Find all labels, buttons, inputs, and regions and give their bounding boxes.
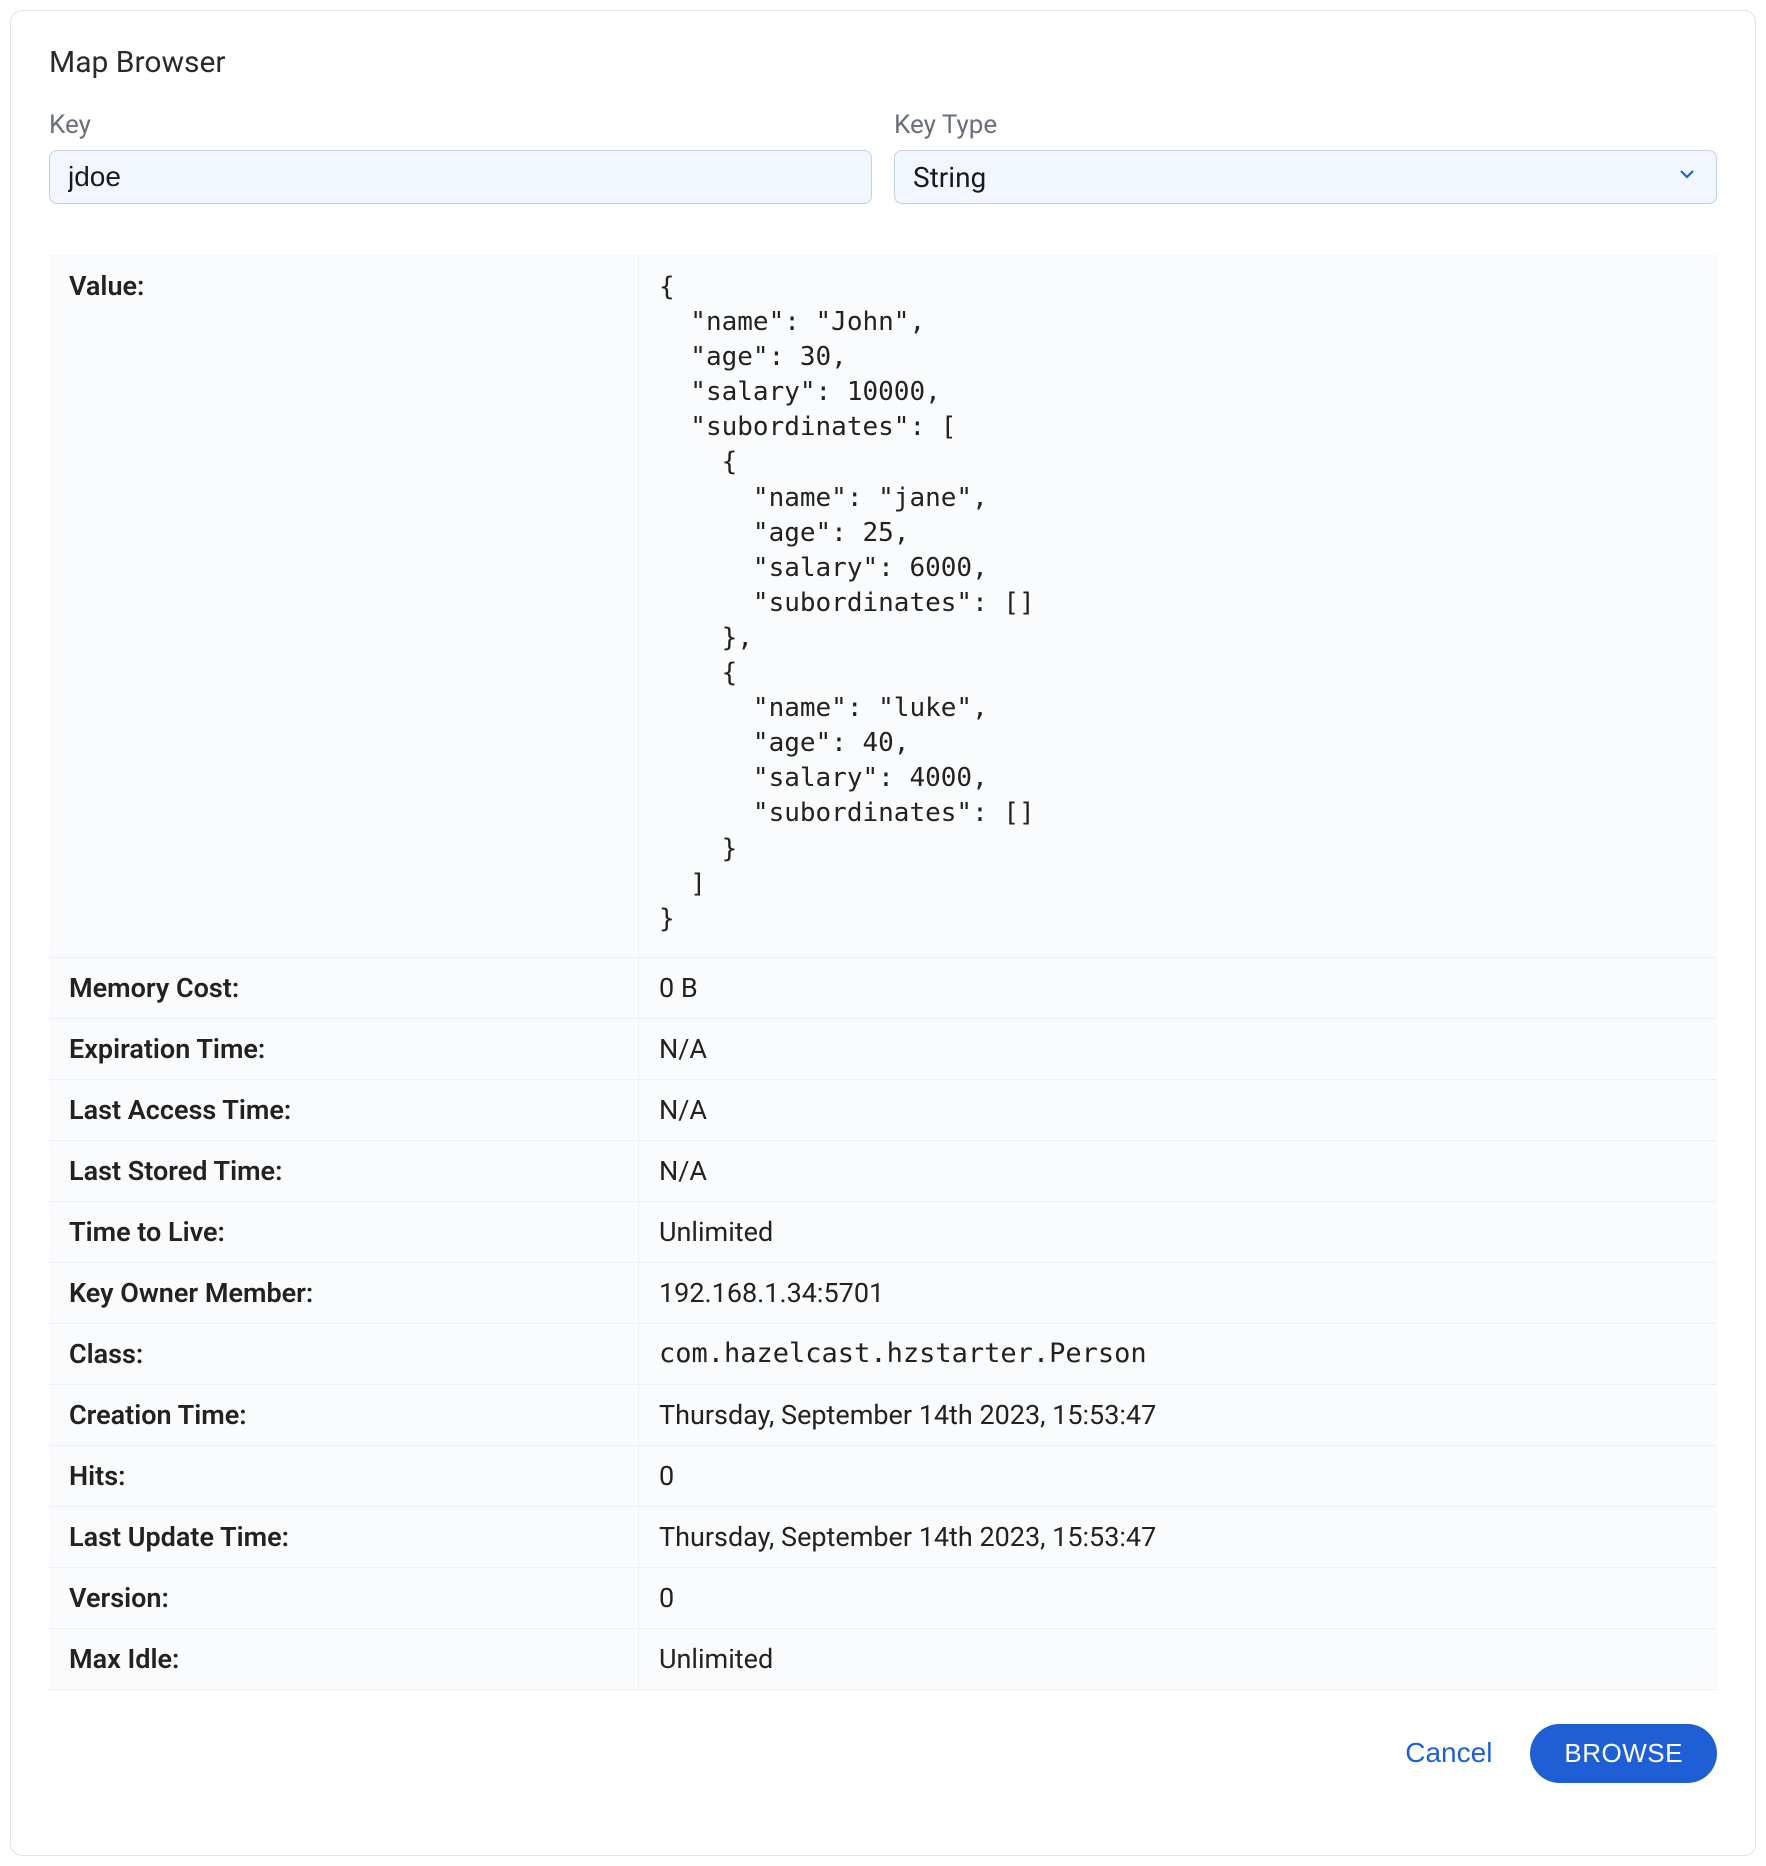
detail-row-value: N/A (639, 1019, 1717, 1079)
detail-row-label: Last Access Time: (49, 1080, 639, 1140)
form-row: Key Key Type String (49, 110, 1717, 204)
detail-row: Hits:0 (49, 1446, 1717, 1507)
key-type-value: String (894, 150, 1717, 204)
detail-row: Max Idle:Unlimited (49, 1629, 1717, 1690)
detail-row-label: Memory Cost: (49, 958, 639, 1018)
key-field: Key (49, 110, 872, 204)
detail-row-value: 192.168.1.34:5701 (639, 1263, 1717, 1323)
value-row-label: Value: (49, 254, 639, 957)
value-row-value: { "name": "John", "age": 30, "salary": 1… (639, 254, 1717, 957)
detail-row-label: Creation Time: (49, 1385, 639, 1445)
detail-row-value: com.hazelcast.hzstarter.Person (639, 1324, 1717, 1384)
key-input[interactable] (49, 150, 872, 204)
details-table: Value: { "name": "John", "age": 30, "sal… (49, 254, 1717, 1690)
detail-row-label: Last Update Time: (49, 1507, 639, 1567)
map-browser-panel: Map Browser Key Key Type String Value: {… (10, 10, 1756, 1856)
detail-row: Last Access Time:N/A (49, 1080, 1717, 1141)
key-label: Key (49, 110, 872, 140)
detail-row-label: Max Idle: (49, 1629, 639, 1689)
detail-row-value: Thursday, September 14th 2023, 15:53:47 (639, 1507, 1717, 1567)
detail-row-value: N/A (639, 1141, 1717, 1201)
key-type-label: Key Type (894, 110, 1717, 140)
browse-button[interactable]: BROWSE (1530, 1724, 1717, 1783)
detail-row-value: 0 (639, 1568, 1717, 1628)
key-type-select[interactable]: String (894, 150, 1717, 204)
detail-row-label: Last Stored Time: (49, 1141, 639, 1201)
value-row: Value: { "name": "John", "age": 30, "sal… (49, 254, 1717, 958)
detail-row: Memory Cost:0 B (49, 958, 1717, 1019)
cancel-button[interactable]: Cancel (1395, 1729, 1502, 1777)
detail-row-value: 0 B (639, 958, 1717, 1018)
detail-row-value: Unlimited (639, 1202, 1717, 1262)
detail-row: Creation Time:Thursday, September 14th 2… (49, 1385, 1717, 1446)
detail-row-label: Class: (49, 1324, 639, 1384)
detail-row-label: Version: (49, 1568, 639, 1628)
detail-row-label: Key Owner Member: (49, 1263, 639, 1323)
detail-row: Class:com.hazelcast.hzstarter.Person (49, 1324, 1717, 1385)
detail-row: Key Owner Member:192.168.1.34:5701 (49, 1263, 1717, 1324)
detail-row: Expiration Time:N/A (49, 1019, 1717, 1080)
detail-row: Time to Live:Unlimited (49, 1202, 1717, 1263)
value-json: { "name": "John", "age": 30, "salary": 1… (659, 270, 1697, 937)
detail-row-value: N/A (639, 1080, 1717, 1140)
detail-row-value: Unlimited (639, 1629, 1717, 1689)
detail-row: Version:0 (49, 1568, 1717, 1629)
detail-row: Last Update Time:Thursday, September 14t… (49, 1507, 1717, 1568)
detail-row-label: Expiration Time: (49, 1019, 639, 1079)
detail-row: Last Stored Time:N/A (49, 1141, 1717, 1202)
key-type-field: Key Type String (894, 110, 1717, 204)
detail-row-label: Time to Live: (49, 1202, 639, 1262)
panel-title: Map Browser (49, 45, 1717, 80)
actions-bar: Cancel BROWSE (49, 1724, 1717, 1783)
detail-row-value: Thursday, September 14th 2023, 15:53:47 (639, 1385, 1717, 1445)
detail-row-value: 0 (639, 1446, 1717, 1506)
detail-row-label: Hits: (49, 1446, 639, 1506)
